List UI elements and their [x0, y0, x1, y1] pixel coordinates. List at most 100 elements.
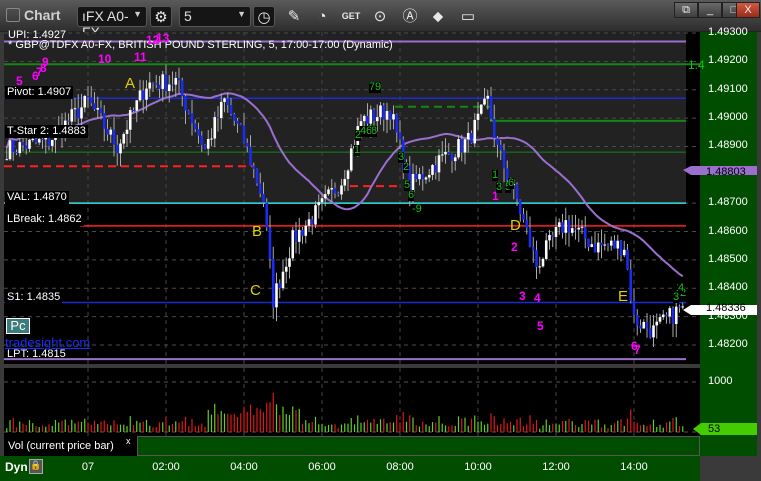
candle	[275, 283, 278, 308]
pc-button[interactable]: Pc	[6, 318, 30, 334]
time-axis-label: 14:00	[620, 461, 648, 473]
candle	[73, 108, 77, 110]
chevron-down-icon: ▼	[237, 9, 246, 19]
candle	[483, 98, 486, 105]
candle	[392, 114, 395, 120]
candle	[151, 82, 155, 84]
volume-panel-strip	[137, 436, 700, 456]
interval-select[interactable]: 5 ▼	[179, 6, 251, 27]
candle	[479, 104, 483, 114]
candle	[580, 226, 584, 228]
candle	[440, 154, 444, 156]
candle	[200, 135, 204, 146]
candle	[613, 240, 616, 249]
setup-count-green: 9	[375, 81, 382, 93]
minimize-button[interactable]: _	[698, 2, 722, 18]
candle	[28, 139, 31, 149]
candle	[453, 157, 457, 162]
candle	[557, 222, 561, 227]
time-axis-label: 12:00	[542, 461, 570, 473]
annotation-icon[interactable]: Ⓐ	[399, 6, 421, 27]
comment-icon[interactable]: ▭	[457, 6, 479, 27]
setup-count-magenta: 5	[537, 319, 544, 333]
get-icon[interactable]: GET	[340, 6, 362, 27]
play-icon[interactable]: ⊙	[369, 6, 391, 27]
candle	[385, 111, 389, 120]
candle	[294, 230, 298, 242]
candle	[223, 98, 226, 102]
candle	[135, 100, 139, 111]
price-axis-label: 1.49300	[708, 26, 748, 38]
candle	[434, 165, 438, 173]
candle	[587, 238, 590, 247]
candle	[193, 123, 197, 130]
candle	[252, 165, 256, 169]
restore-button[interactable]: ⧉	[674, 2, 698, 18]
candle	[102, 113, 106, 129]
close-volume-icon[interactable]: x	[126, 436, 131, 446]
candle	[262, 193, 265, 203]
candle	[561, 222, 564, 233]
candle	[265, 202, 269, 228]
pencil-icon[interactable]: ✎	[283, 6, 305, 27]
candle	[314, 205, 317, 225]
candle	[496, 138, 499, 145]
candle	[645, 321, 649, 329]
candle	[67, 120, 70, 122]
symbol-select[interactable]: ıFX A0-FX▼	[77, 6, 147, 40]
candle	[41, 139, 44, 141]
setup-count-green: 6	[508, 177, 515, 189]
candle	[548, 234, 551, 241]
volume-panel-title: Vol (current price bar)	[4, 436, 137, 456]
candle	[210, 138, 213, 140]
candle	[187, 110, 191, 114]
link-icon[interactable]: ⬥	[427, 6, 449, 27]
candle	[369, 109, 373, 124]
candle	[291, 230, 295, 259]
candle	[349, 148, 353, 171]
lock-icon[interactable]: 🔒	[29, 459, 43, 474]
time-axis[interactable]	[0, 456, 700, 481]
price-chart[interactable]	[0, 32, 761, 456]
candle	[15, 152, 18, 154]
volume-current: 53	[708, 423, 721, 435]
candle	[109, 129, 113, 135]
candle	[119, 143, 122, 154]
candle	[216, 117, 220, 119]
candle	[492, 118, 496, 139]
price-axis-label: 1.49000	[708, 111, 748, 124]
candle	[470, 132, 473, 144]
candle	[574, 228, 577, 230]
candle	[632, 300, 636, 316]
candle	[80, 107, 83, 119]
candle	[122, 134, 126, 144]
close-button[interactable]: X	[736, 2, 760, 18]
settings-gear-icon[interactable]: ⚙	[150, 6, 172, 27]
candle	[522, 214, 525, 220]
chart-bg-lower	[4, 204, 700, 364]
candle	[622, 249, 626, 256]
candle	[375, 117, 379, 122]
indicator-icon[interactable]: ◔	[311, 6, 333, 27]
candle	[518, 199, 522, 215]
candle	[242, 125, 246, 143]
candle	[288, 258, 291, 267]
candle	[96, 108, 100, 110]
chart-header: * GBP@TDFX A0-FX, BRITISH POUND STERLING…	[8, 39, 393, 51]
candle	[626, 249, 629, 270]
candle	[232, 113, 236, 121]
clock-icon[interactable]: ◷	[253, 6, 275, 27]
wave-label-c: C	[250, 282, 261, 299]
price-axis-label: 1.48400	[708, 281, 748, 294]
candle	[567, 220, 571, 233]
candle	[297, 229, 301, 242]
candle	[447, 151, 451, 155]
candle	[18, 142, 22, 154]
candle	[531, 247, 535, 251]
price-axis-label: 1.48700	[708, 196, 748, 209]
candle	[83, 95, 87, 108]
price-axis-label: 1.49100	[708, 82, 748, 95]
candle	[343, 178, 347, 186]
candle	[652, 325, 655, 338]
candle	[167, 84, 171, 92]
